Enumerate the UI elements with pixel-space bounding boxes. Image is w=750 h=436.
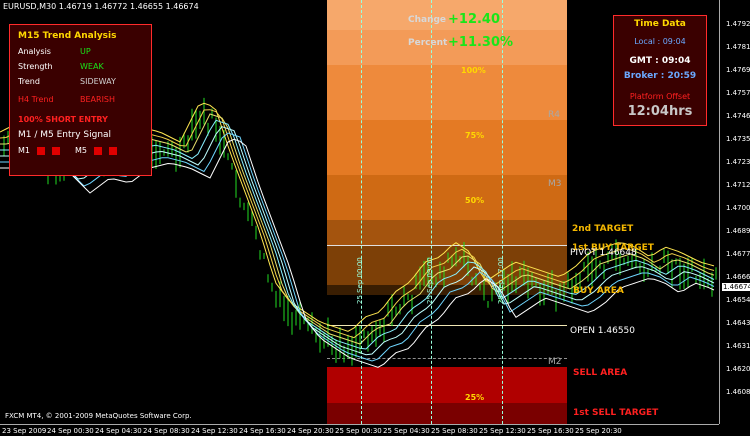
time-data-panel: Time Data Local : 09:04 GMT : 09:04 Brok… [613,15,707,126]
price-tick: 1.47005 [726,204,750,212]
time-tick: 25 Sep 08:30 [431,427,478,435]
pivot-label: PIVOT 1.46648 [570,248,637,258]
price-tick: 1.47235 [726,158,750,166]
m1-label: M1 [18,146,30,155]
price-tick: 1.47690 [726,66,750,74]
analysis-label: Analysis [18,47,51,56]
session-line-2 [431,0,432,424]
time-tick: 24 Sep 08:30 [143,427,190,435]
session-label-1: 25 Sep 00:00 [356,257,364,304]
time-tick: 24 Sep 20:30 [287,427,334,435]
time-tick: 25 Sep 04:30 [383,427,430,435]
time-tick: 25 Sep 16:30 [527,427,574,435]
price-tick: 1.47120 [726,181,750,189]
buy-area-label: BUY AREA [573,286,624,296]
short-entry-label: 100% SHORT ENTRY [18,115,108,124]
symbol-header: EURUSD,M30 1.46719 1.46772 1.46655 1.466… [3,2,199,11]
open-label: OPEN 1.46550 [570,326,636,336]
analysis-value: UP [80,47,91,56]
price-tick: 1.46660 [726,273,750,281]
time-tick: 23 Sep 2009 [2,427,47,435]
trend-label: Trend [18,77,40,86]
trend-panel-title: M15 Trend Analysis [18,31,117,41]
price-tick: 1.46545 [726,296,750,304]
price-tick: 1.47575 [726,89,750,97]
platform-offset-value: 12:04hrs [627,104,693,119]
copyright-footer: FXCM MT4, © 2001-2009 MetaQuotes Softwar… [5,412,192,420]
price-tick: 1.47925 [726,20,750,28]
m1-signal-square-1 [37,147,45,155]
price-tick: 1.46200 [726,365,750,373]
time-tick: 24 Sep 04:30 [95,427,142,435]
strength-value: WEAK [80,62,104,71]
time-tick: 24 Sep 00:30 [47,427,94,435]
time-axis[interactable]: 23 Sep 2009 24 Sep 00:30 24 Sep 04:30 24… [0,424,719,436]
price-tick: 1.46315 [726,342,750,350]
pct-50-label: 50% [465,196,485,205]
price-tick: 1.47460 [726,112,750,120]
time-tick: 24 Sep 12:30 [191,427,238,435]
percent-value: +11.30% [448,35,514,50]
sell-area-label: SELL AREA [573,368,628,378]
price-tick: 1.47350 [726,135,750,143]
second-target-label: 2nd TARGET [572,224,634,234]
change-label: Change [408,15,447,25]
trend-value: SIDEWAY [80,77,116,86]
m1-signal-square-2 [52,147,60,155]
h4-trend-value: BEARISH [80,95,116,104]
session-line-3 [502,0,503,424]
change-value: +12.40 [448,12,501,27]
percent-label: Percent [408,38,448,48]
level-r4-label: R4 [548,110,560,120]
h4-trend-label: H4 Trend [18,95,54,104]
m5-signal-square-1 [94,147,102,155]
price-axis[interactable]: 1.47925 1.47810 1.47690 1.47575 1.47460 … [719,0,750,424]
strength-label: Strength [18,62,53,71]
level-m3-label: M3 [548,179,562,189]
session-label-3: 25 Sep 17:00 [497,257,505,304]
m5-label: M5 [75,146,87,155]
pct-100-label: 100% [461,66,486,75]
pct-75-label: 75% [465,131,485,140]
entry-signal-label: M1 / M5 Entry Signal [18,130,112,140]
time-tick: 25 Sep 20:30 [575,427,622,435]
first-sell-target-label: 1st SELL TARGET [573,408,659,418]
price-tick: 1.46890 [726,227,750,235]
time-tick: 25 Sep 12:30 [479,427,526,435]
price-tick: 1.46085 [726,388,750,396]
pct-25-label: 25% [465,393,485,402]
platform-offset-label: Platform Offset [629,92,691,101]
chart-window[interactable]: 25 Sep 00:00 25 Sep 09:00 25 Sep 17:00 E… [0,0,750,436]
m5-signal-square-2 [109,147,117,155]
time-tick: 24 Sep 16:30 [239,427,286,435]
trend-analysis-panel: M15 Trend Analysis Analysis UP Strength … [9,24,152,176]
current-price-marker: 1.46674 [722,283,750,291]
session-line-1 [361,0,362,424]
time-tick: 25 Sep 00:30 [335,427,382,435]
price-tick: 1.46430 [726,319,750,327]
price-tick: 1.47810 [726,43,750,51]
local-time: Local : 09:04 [634,37,686,46]
gmt-time: GMT : 09:04 [629,56,691,66]
price-tick: 1.46775 [726,250,750,258]
broker-time: Broker : 20:59 [623,71,697,81]
time-panel-title: Time Data [634,19,686,29]
session-label-2: 25 Sep 09:00 [426,257,434,304]
level-m2-label: M2 [548,357,562,367]
